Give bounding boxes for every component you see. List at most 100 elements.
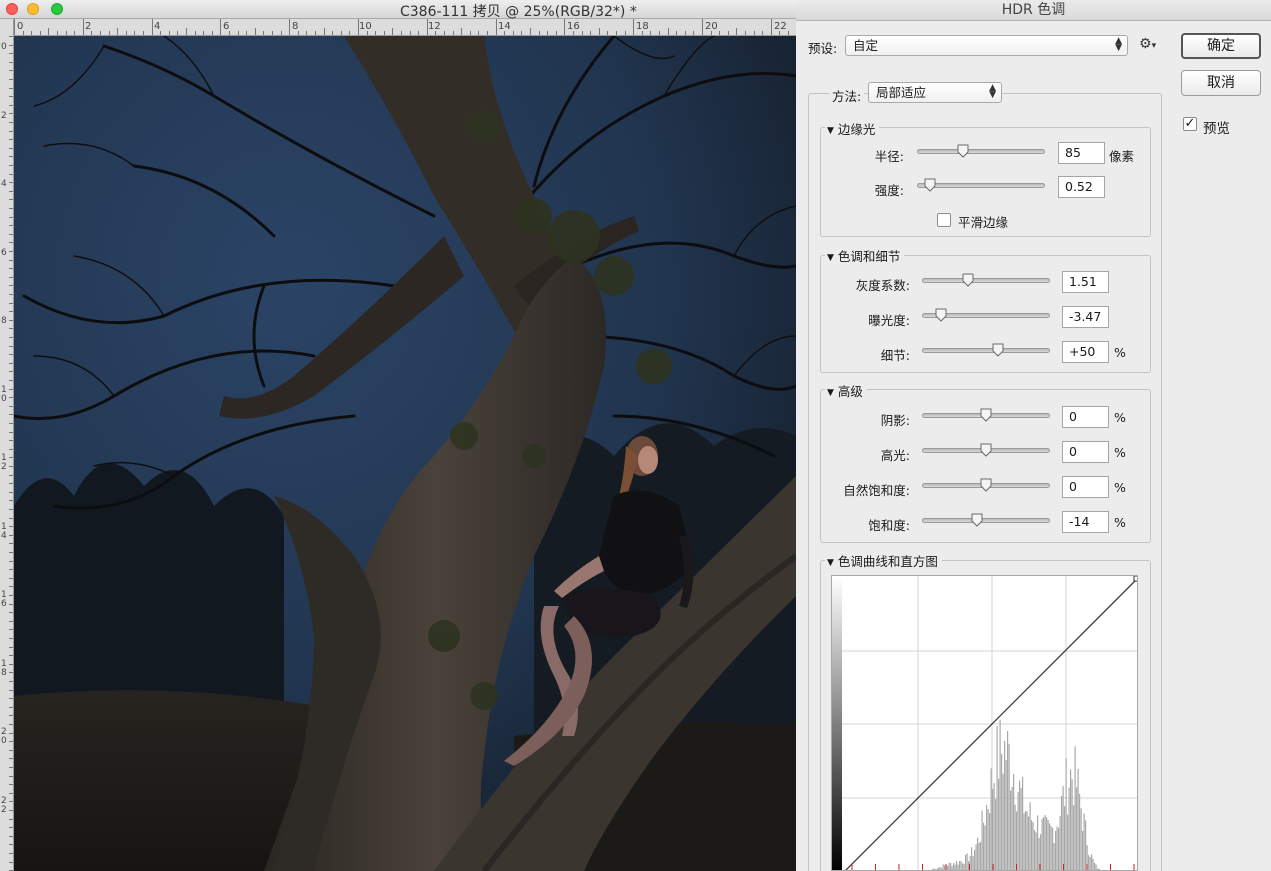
histogram-bar (957, 864, 959, 870)
ruler-tick (564, 19, 566, 35)
ruler-tick (9, 784, 13, 786)
dialog-title: HDR 色调 (796, 0, 1271, 21)
radius-input[interactable]: 85 (1058, 142, 1105, 164)
exposure-input[interactable]: -3.47 (1062, 306, 1109, 328)
ruler-tick (9, 44, 13, 46)
slider-thumb[interactable] (980, 408, 992, 422)
slider-thumb[interactable] (924, 178, 936, 192)
ruler-tick (297, 31, 299, 35)
gamma-input[interactable]: 1.51 (1062, 271, 1109, 293)
vibrance-input[interactable]: 0 (1062, 476, 1109, 498)
detail-label: 细节: (880, 348, 910, 363)
ruler-tick (745, 31, 746, 35)
smooth-edges-checkbox[interactable] (937, 213, 951, 227)
horizontal-ruler[interactable]: 0 2 4 6 8 10 12 14 16 18 20 22 (14, 19, 796, 36)
preview-checkbox[interactable]: ✓ (1183, 117, 1197, 131)
shadow-input[interactable]: 0 (1062, 406, 1109, 428)
saturation-input[interactable]: -14 (1062, 511, 1109, 533)
ruler-tick (452, 31, 454, 35)
ruler-tick (9, 835, 13, 837)
minimize-window-button[interactable] (27, 3, 39, 15)
histogram-bar (953, 863, 955, 870)
detail-slider[interactable] (922, 343, 1050, 361)
histogram-bar (1071, 779, 1073, 870)
histogram-bar (1083, 813, 1085, 870)
strength-input[interactable]: 0.52 (1058, 176, 1105, 198)
ruler-tick (788, 31, 789, 35)
slider-thumb[interactable] (971, 513, 983, 527)
ruler-tick (9, 526, 13, 528)
ruler-tick (710, 31, 712, 35)
highlight-slider[interactable] (922, 443, 1050, 461)
ruler-tick (9, 414, 13, 416)
ruler-tick (401, 31, 402, 35)
histogram-bar (1023, 813, 1025, 870)
slider-thumb[interactable] (935, 308, 947, 322)
radius-slider[interactable] (917, 144, 1045, 162)
ruler-label: 1 4 (1, 521, 7, 541)
slider-thumb[interactable] (980, 478, 992, 492)
tone-detail-header[interactable]: ▼ 色调和细节 (825, 246, 905, 265)
histogram-bar (995, 798, 997, 870)
method-select[interactable]: 局部适应 ▲ ▼ (868, 82, 1002, 103)
image-canvas[interactable] (14, 36, 796, 871)
histogram-bar (938, 867, 940, 870)
saturation-slider[interactable] (922, 513, 1050, 531)
curve-header[interactable]: ▼ 色调曲线和直方图 (825, 551, 942, 570)
slider-thumb[interactable] (980, 443, 992, 457)
detail-input[interactable]: +50 (1062, 341, 1109, 363)
zoom-window-button[interactable] (51, 3, 63, 15)
histogram-bar (1011, 787, 1013, 870)
slider-thumb[interactable] (992, 343, 1004, 357)
histogram-bar (992, 788, 994, 870)
ok-button[interactable]: 确定 (1181, 33, 1261, 59)
preset-value: 自定 (853, 38, 879, 53)
close-window-button[interactable] (6, 3, 18, 15)
cancel-button[interactable]: 取消 (1181, 70, 1261, 96)
preset-select[interactable]: 自定 ▲ ▼ (845, 35, 1128, 56)
vibrance-slider[interactable] (922, 478, 1050, 496)
ruler-tick (9, 509, 13, 510)
histogram-bar (986, 805, 988, 870)
ruler-tick (9, 302, 13, 304)
histogram-bar (950, 863, 952, 870)
ruler-tick (9, 165, 13, 166)
preset-options-gear-icon[interactable]: ⚙▾ (1139, 36, 1156, 52)
gamma-slider[interactable] (922, 273, 1050, 291)
smooth-edges-label: 平滑边缘 (958, 215, 1009, 230)
advanced-header[interactable]: ▼ 高级 (825, 381, 867, 400)
ruler-tick (9, 61, 13, 63)
histogram-bar (978, 842, 980, 870)
ruler-tick (9, 629, 13, 631)
ruler-tick (9, 380, 13, 381)
ruler-tick (770, 19, 772, 35)
tone-detail-title: 色调和细节 (837, 249, 901, 264)
histogram-bar (980, 841, 982, 870)
edge-glow-title: 边缘光 (837, 122, 876, 137)
ruler-tick (177, 31, 179, 35)
vertical-ruler[interactable]: 0 2 4 6 8 1 0 1 2 1 4 1 6 1 8 2 0 2 2 (0, 19, 14, 871)
ruler-tick (9, 569, 13, 571)
highlight-input[interactable]: 0 (1062, 441, 1109, 463)
strength-slider[interactable] (917, 178, 1045, 196)
ruler-tick (9, 199, 13, 201)
ruler-tick (9, 724, 13, 725)
ruler-tick (504, 31, 506, 35)
tone-curve-editor[interactable] (831, 575, 1138, 871)
histogram-bar (998, 778, 1000, 870)
slider-thumb[interactable] (957, 144, 969, 158)
saturation-unit: % (1114, 515, 1126, 530)
ruler-label: 1 6 (1, 590, 7, 609)
ruler-tick (9, 371, 13, 373)
ruler-tick (753, 31, 755, 35)
shadow-slider[interactable] (922, 408, 1050, 426)
histogram-bar (1079, 793, 1081, 870)
histogram-bar (1073, 805, 1075, 870)
ruler-tick (9, 268, 13, 270)
ruler-tick (323, 28, 325, 35)
edge-glow-header[interactable]: ▼ 边缘光 (825, 119, 880, 138)
ruler-tick (91, 31, 93, 35)
ruler-tick (366, 31, 368, 35)
exposure-slider[interactable] (922, 308, 1050, 326)
slider-thumb[interactable] (962, 273, 974, 287)
